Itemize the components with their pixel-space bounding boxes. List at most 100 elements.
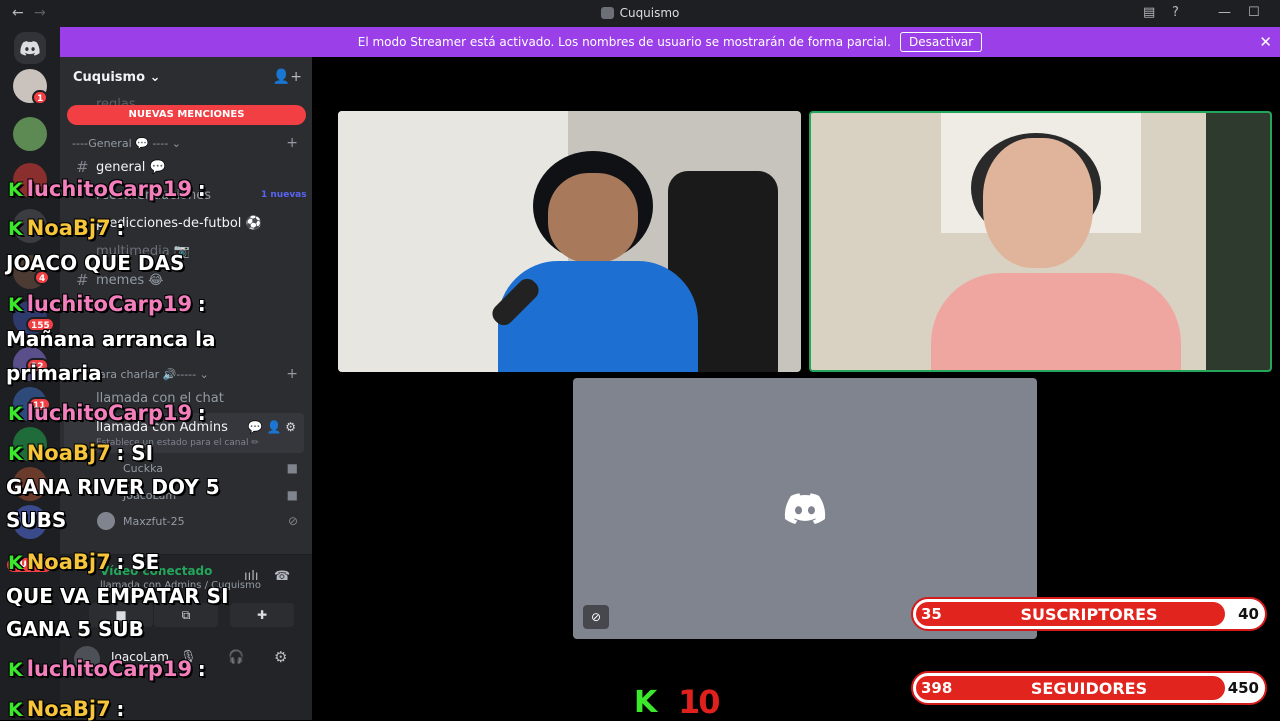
chat-text: SUBS [6,508,67,532]
invite-people-icon[interactable]: 👤+ [273,69,302,85]
camera-icon: ■ [286,488,298,502]
chat-message: Mañana arranca la [6,327,215,351]
chevron-down-icon: ⌄ [171,137,181,150]
chat-text: : [197,657,206,681]
new-messages-count: 1 nuevas [261,190,307,200]
chat-text: GANA 5 SUB [6,617,144,641]
chat-text: JOACO QUE DAS [6,251,185,275]
camera-icon: ■ [286,461,298,475]
chat-message: K NoaBj7 : [8,697,124,721]
chat-message: KluchitoCarp19 : [8,177,206,201]
chat-text: : [197,292,206,316]
channel-label: memes 😂 [96,273,164,288]
chat-text: : SI [116,441,154,465]
chat-username: NoaBj7 [26,550,111,574]
chat-text: GANA RIVER DOY 5 [6,475,220,499]
chat-text: : [197,401,206,425]
disable-streamer-button[interactable]: Desactivar [899,32,983,52]
face-shape [983,138,1093,268]
muted-mic-icon: ⊘ [583,605,609,629]
chat-text: primaria [6,361,102,385]
chat-text: : SE [116,550,160,574]
banner-text: El modo Streamer está activado. Los nomb… [357,35,891,49]
shirt-shape [931,273,1181,370]
help-icon[interactable]: ? [1172,5,1179,20]
title-bar: ← → Cuquismo ▤ ? — ☐ [0,0,1280,27]
chat-message: GANA 5 SUB [6,617,144,641]
subscribers-counter: 35 SUSCRIPTORES 40 [911,597,1267,631]
discord-home-button[interactable] [14,32,46,64]
activities-button[interactable]: ✚ [230,603,294,627]
chat-message: KluchitoCarp19 : [8,657,206,681]
chat-username: NoaBj7 [26,216,111,240]
chat-username: NoaBj7 [26,441,111,465]
discord-logo-icon [784,493,826,529]
chat-message: JOACO QUE DAS [6,251,184,275]
add-channel-icon[interactable]: + [286,135,298,151]
new-mentions-pill[interactable]: NUEVAS MENCIONES [67,105,306,125]
chat-message: K NoaBj7 : [8,216,124,240]
chat-message: K NoaBj7 : SE [8,550,159,574]
face-shape [548,173,638,263]
kick-badge-icon: K [8,294,23,316]
chat-text: : [116,697,125,721]
guild-icon[interactable] [13,117,47,151]
inbox-icon[interactable]: ▤ [1143,5,1155,20]
hash-icon: # [76,158,89,176]
settings-gear-icon[interactable]: 💬 👤 ⚙ [248,420,296,434]
minimize-icon[interactable]: — [1218,5,1231,20]
chat-username: luchitoCarp19 [26,177,193,201]
kick-goal-count: 10 [678,683,721,721]
disconnect-icon[interactable]: ☎ [274,569,290,584]
category-voice[interactable]: para charlar 🔊----- ⌄ [92,368,209,381]
counter-label: SUSCRIPTORES [1020,605,1158,624]
channel-label: general 💬 [96,160,166,175]
counter-label: SEGUIDORES [1030,679,1148,698]
category-general[interactable]: ----General 💬 ---- ⌄ [72,137,181,150]
chat-text: : [197,177,206,201]
kick-badge-icon: K [8,443,23,465]
server-icon [600,7,614,19]
chat-text: QUE VA EMPATAR SI [6,584,229,608]
chat-text: Mañana arranca la [6,327,216,351]
chat-message: primaria [6,361,102,385]
chat-username: luchitoCarp19 [26,292,193,316]
chat-username: NoaBj7 [26,697,111,721]
category-label: para charlar 🔊----- [92,368,197,381]
noise-suppression-icon[interactable]: ıılı [244,569,258,584]
add-channel-icon[interactable]: + [286,366,298,382]
server-name-header[interactable]: Cuquismo ⌄ [73,70,160,85]
server-name-text: Cuquismo [73,70,146,85]
video-background [1206,113,1270,370]
discord-logo-icon [20,40,40,56]
kick-badge-icon: K [8,403,23,425]
channel-general[interactable]: general 💬 [96,160,166,175]
video-tile-speaking[interactable] [809,111,1272,372]
kick-badge-icon: K [8,659,23,681]
voice-user[interactable]: Maxzfut-25 [123,515,185,528]
chevron-down-icon: ⌄ [199,368,209,381]
chevron-down-icon: ⌄ [149,70,161,85]
category-label: ----General 💬 ---- [72,137,169,150]
chat-username: luchitoCarp19 [26,401,193,425]
deafened-icon: ⊘ [287,514,298,528]
followers-counter: 398 SEGUIDORES 450 [911,671,1267,705]
channel-memes[interactable]: memes 😂 [96,273,163,288]
screen-share-icon: ⧉ [181,607,191,622]
kick-badge-icon: K [8,552,23,574]
close-icon[interactable]: ✕ [1259,33,1272,51]
kick-badge-icon: K [8,218,23,240]
kick-badge-icon: K [8,699,23,721]
chat-message: GANA RIVER DOY 5 [6,475,220,499]
headphones-icon[interactable]: 🎧 [228,650,244,665]
chat-message: K NoaBj7 : SI [8,441,153,465]
avatar [97,512,115,530]
maximize-icon[interactable]: ☐ [1248,5,1260,20]
chat-username: luchitoCarp19 [26,657,193,681]
kick-badge-icon: K [8,179,23,201]
window-title: Cuquismo [0,6,1280,20]
settings-gear-icon[interactable]: ⚙ [274,648,287,666]
video-tile[interactable] [338,111,801,372]
streamer-mode-banner: El modo Streamer está activado. Los nomb… [60,27,1280,57]
chat-message: SUBS [6,508,66,532]
